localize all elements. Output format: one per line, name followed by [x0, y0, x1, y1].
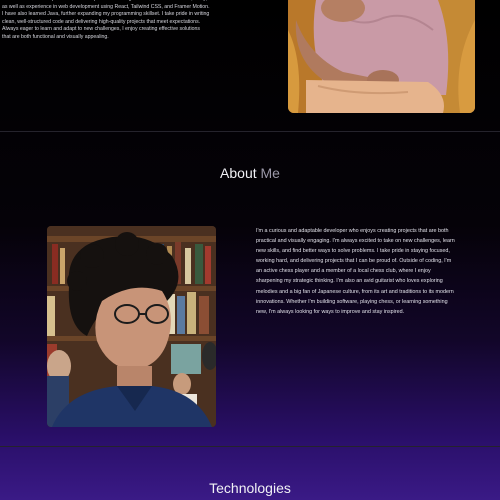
- intro-paragraph: I am a motivated and passionate develope…: [2, 0, 210, 40]
- section-divider-top: [0, 131, 500, 132]
- technologies-section-title: Technologies: [209, 480, 291, 496]
- hero-portrait-illustration: [288, 0, 475, 113]
- about-portrait-photo: [47, 226, 216, 427]
- hero-portrait-photo: [288, 0, 475, 113]
- section-divider-bottom: [0, 446, 500, 447]
- about-title-main: About: [220, 165, 257, 181]
- about-section-title: About Me: [0, 165, 500, 181]
- about-portrait-illustration: [47, 226, 216, 427]
- about-title-accent: Me: [260, 165, 280, 181]
- about-paragraph: I'm a curious and adaptable developer wh…: [256, 228, 455, 315]
